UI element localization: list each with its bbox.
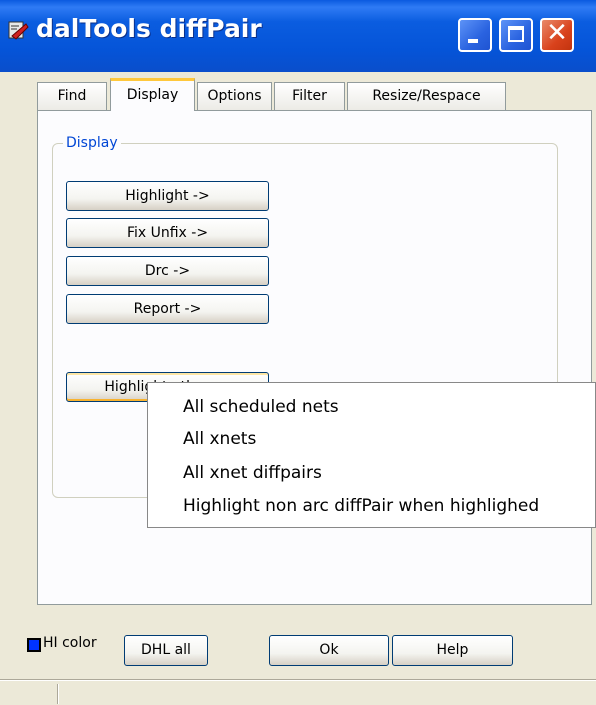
minimize-button[interactable] [458, 18, 492, 52]
highlight-button[interactable]: Highlight -> [66, 181, 269, 211]
display-tab-panel: Display Highlight -> Fix Unfix -> Drc ->… [37, 110, 592, 605]
menu-item-all-scheduled-nets[interactable]: All scheduled nets [183, 397, 339, 417]
minimize-icon [468, 39, 478, 43]
report-button[interactable]: Report -> [66, 294, 269, 324]
hi-color-label: HI color [43, 635, 97, 651]
tab-resize-respace[interactable]: Resize/Respace [347, 82, 506, 110]
ok-button[interactable]: Ok [269, 635, 389, 666]
maximize-button[interactable] [499, 18, 533, 52]
daltools-app-icon [8, 21, 29, 40]
tab-display[interactable]: Display [110, 78, 195, 111]
close-button[interactable]: ✕ [540, 18, 574, 52]
menu-item-all-xnet-diffpairs[interactable]: All xnet diffpairs [183, 463, 322, 483]
dhl-all-button[interactable]: DHL all [124, 635, 208, 666]
display-group-label: Display [63, 135, 121, 151]
dialog-window: dalTools diffPair ✕ Find Display Options… [0, 0, 596, 704]
highlight-other-popup-menu: All scheduled nets All xnets All xnet di… [147, 382, 596, 528]
hi-color-swatch[interactable] [27, 638, 41, 652]
help-button[interactable]: Help [392, 635, 513, 666]
close-icon: ✕ [546, 18, 568, 48]
window-title: dalTools diffPair [36, 14, 262, 43]
title-bar[interactable]: dalTools diffPair ✕ [0, 0, 596, 72]
tab-options[interactable]: Options [197, 82, 272, 110]
status-bar-separator [57, 684, 58, 704]
tab-find[interactable]: Find [37, 82, 107, 110]
menu-item-all-xnets[interactable]: All xnets [183, 429, 256, 449]
menu-item-highlight-non-arc-diffpair[interactable]: Highlight non arc diffPair when highligh… [183, 496, 539, 516]
fix-unfix-button[interactable]: Fix Unfix -> [66, 218, 269, 248]
tab-filter[interactable]: Filter [274, 82, 345, 110]
maximize-icon [508, 26, 524, 42]
drc-button[interactable]: Drc -> [66, 256, 269, 286]
status-bar [0, 680, 596, 705]
